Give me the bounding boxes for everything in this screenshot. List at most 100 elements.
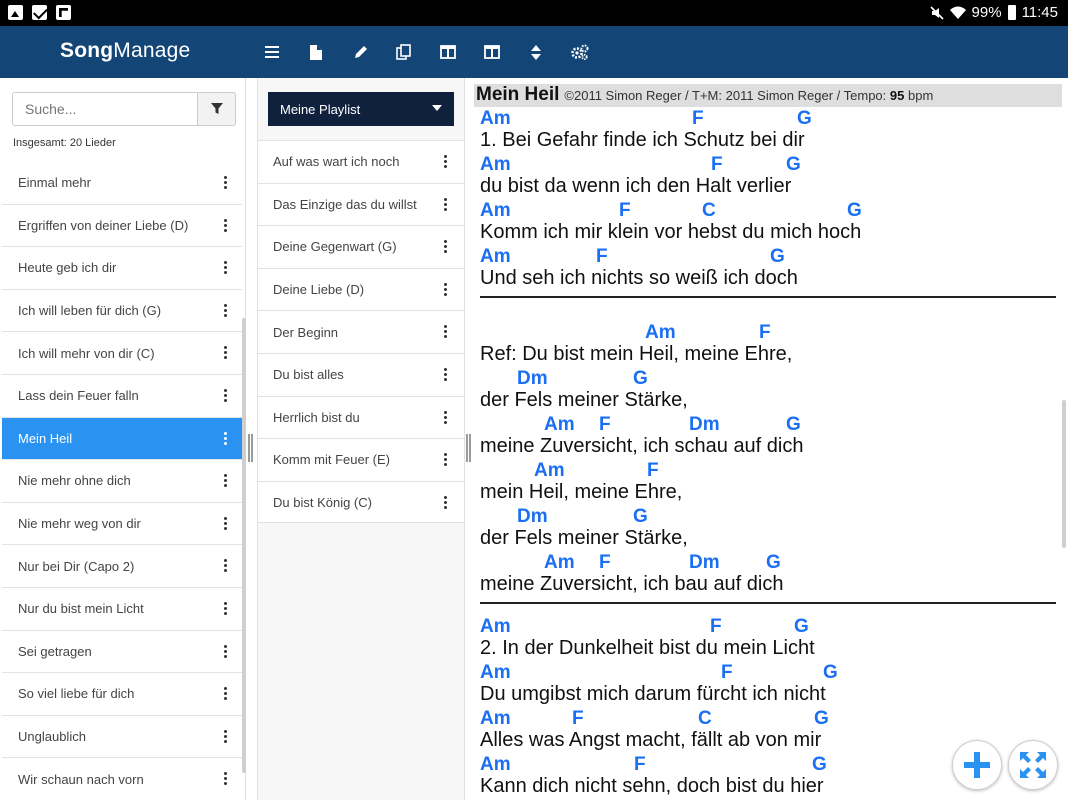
song-list-item[interactable]: Heute geb ich dir xyxy=(2,247,242,290)
playlist-item[interactable]: Herrlich bist du xyxy=(258,395,464,439)
song-line: Am Fmein Heil, meine Ehre, xyxy=(480,460,1056,506)
sort-icon xyxy=(531,44,541,60)
playlist-item[interactable]: Der Beginn xyxy=(258,310,464,353)
song-line: Am F Ref: Du bist mein Heil, meine Ehre, xyxy=(480,322,1056,368)
song-list-item[interactable]: Nie mehr weg von dir xyxy=(2,503,242,546)
toggle-sidebar-button[interactable] xyxy=(426,26,470,78)
more-vertical-icon[interactable] xyxy=(224,729,228,743)
chord: F xyxy=(634,754,646,775)
more-vertical-icon[interactable] xyxy=(224,388,228,402)
more-vertical-icon[interactable] xyxy=(444,155,448,168)
chord: G xyxy=(633,506,648,527)
song-list-item[interactable]: Nur bei Dir (Capo 2) xyxy=(2,545,242,588)
sort-button[interactable] xyxy=(514,26,558,78)
song-list-item-label: Ich will leben für dich (G) xyxy=(18,303,162,319)
chord: F xyxy=(710,616,722,637)
song-list-item[interactable]: Nur du bist mein Licht xyxy=(2,588,242,631)
new-song-button[interactable] xyxy=(294,26,338,78)
edit-song-button[interactable] xyxy=(338,26,382,78)
playlist-item[interactable]: Du bist alles xyxy=(258,352,464,396)
filter-button[interactable] xyxy=(198,92,236,126)
playlist-item[interactable]: Auf was wart ich noch xyxy=(258,140,464,183)
chord: F xyxy=(599,414,611,435)
song-list-item[interactable]: Unglaublich xyxy=(2,716,242,759)
copy-song-button[interactable] xyxy=(382,26,426,78)
chord: Am xyxy=(544,414,575,435)
flipboard-notification-icon xyxy=(56,5,71,20)
lyric-line: meine Zuversicht, ich bau auf dich xyxy=(480,573,784,595)
playlist-dropdown[interactable]: Meine Playlist xyxy=(268,92,454,126)
more-vertical-icon[interactable] xyxy=(224,431,228,445)
fullscreen-button[interactable] xyxy=(1008,740,1058,790)
more-vertical-icon[interactable] xyxy=(444,197,448,211)
more-vertical-icon[interactable] xyxy=(224,346,228,360)
chord-row: Am F xyxy=(480,322,1056,344)
more-vertical-icon[interactable] xyxy=(224,261,228,275)
song-view-scrollbar[interactable] xyxy=(1062,400,1066,548)
song-list-item[interactable]: Mein Heil xyxy=(2,417,242,461)
chord: G xyxy=(812,754,827,775)
resize-handle-left[interactable] xyxy=(248,434,254,462)
chord-row: Am F xyxy=(480,460,1056,482)
playlist-dropdown-label: Meine Playlist xyxy=(280,101,361,117)
lyric-line: du bist da wenn ich den Halt verlier xyxy=(480,175,792,197)
more-vertical-icon[interactable] xyxy=(444,282,448,296)
playlist-item[interactable]: Das Einzige das du willst xyxy=(258,182,464,226)
more-vertical-icon[interactable] xyxy=(444,367,448,381)
more-vertical-icon[interactable] xyxy=(224,772,228,786)
more-vertical-icon[interactable] xyxy=(224,559,228,573)
more-vertical-icon[interactable] xyxy=(224,644,228,658)
toggle-columns-button[interactable] xyxy=(470,26,514,78)
chord-row: Am F G xyxy=(480,108,1056,130)
song-list-item[interactable]: So viel liebe für dich xyxy=(2,673,242,716)
song-list-item[interactable]: Ergriffen von deiner Liebe (D) xyxy=(2,205,242,248)
more-vertical-icon[interactable] xyxy=(444,453,448,467)
more-vertical-icon[interactable] xyxy=(224,303,228,317)
menu-button[interactable] xyxy=(250,26,294,78)
chord: F xyxy=(619,200,631,221)
more-vertical-icon[interactable] xyxy=(224,516,228,530)
chord: F xyxy=(599,552,611,573)
playlist-item[interactable]: Deine Gegenwart (G) xyxy=(258,225,464,268)
song-list-item[interactable]: Nie mehr ohne dich xyxy=(2,460,242,503)
song-list-item[interactable]: Sei getragen xyxy=(2,631,242,674)
song-list-scrollbar[interactable] xyxy=(242,318,246,773)
song-list-item[interactable]: Wir schaun nach vorn xyxy=(2,758,242,800)
chord: G xyxy=(770,246,785,267)
search-input[interactable] xyxy=(12,92,198,126)
more-vertical-icon[interactable] xyxy=(224,218,228,232)
playlist-item[interactable]: Deine Liebe (D) xyxy=(258,267,464,311)
song-list-item[interactable]: Ich will leben für dich (G) xyxy=(2,290,242,333)
song-list-item-label: Unglaublich xyxy=(18,729,86,745)
song-list-item[interactable]: Ich will mehr von dir (C) xyxy=(2,332,242,375)
mail-notification-icon xyxy=(32,5,47,20)
song-list-panel: Insgesamt: 20 Lieder Einmal mehr Ergriffe… xyxy=(0,78,246,800)
chord: G xyxy=(633,368,648,389)
playlist-item[interactable]: Komm mit Feuer (E) xyxy=(258,438,464,481)
more-vertical-icon[interactable] xyxy=(444,325,448,339)
more-vertical-icon[interactable] xyxy=(224,474,228,488)
chord: G xyxy=(786,154,801,175)
song-view: Mein Heil ©2011 Simon Reger / T+M: 2011 … xyxy=(474,78,1068,800)
song-list-item[interactable]: Lass dein Feuer falln xyxy=(2,375,242,418)
settings-button[interactable] xyxy=(558,26,602,78)
lyric-line: Kann dich nicht sehn, doch bist du hier xyxy=(480,775,824,797)
playlist-item-label: Komm mit Feuer (E) xyxy=(273,452,391,468)
more-vertical-icon[interactable] xyxy=(224,601,228,615)
plus-icon xyxy=(964,752,990,778)
more-vertical-icon[interactable] xyxy=(444,410,448,424)
song-list-item-label: Nur du bist mein Licht xyxy=(18,601,144,617)
caret-down-icon xyxy=(432,105,442,111)
more-vertical-icon[interactable] xyxy=(224,687,228,701)
add-button[interactable] xyxy=(952,740,1002,790)
song-list-item[interactable]: Einmal mehr xyxy=(2,162,242,205)
playlist-item[interactable]: Du bist König (C) xyxy=(258,480,464,524)
more-vertical-icon[interactable] xyxy=(444,240,448,254)
more-vertical-icon[interactable] xyxy=(444,495,448,509)
song-list-item-label: Nie mehr ohne dich xyxy=(18,473,131,489)
more-vertical-icon[interactable] xyxy=(224,176,228,189)
song-list-item-label: Ergriffen von deiner Liebe (D) xyxy=(18,217,189,233)
resize-handle-right[interactable] xyxy=(466,434,472,462)
playlist-item-label: Herrlich bist du xyxy=(273,409,360,425)
chord: F xyxy=(721,662,733,683)
